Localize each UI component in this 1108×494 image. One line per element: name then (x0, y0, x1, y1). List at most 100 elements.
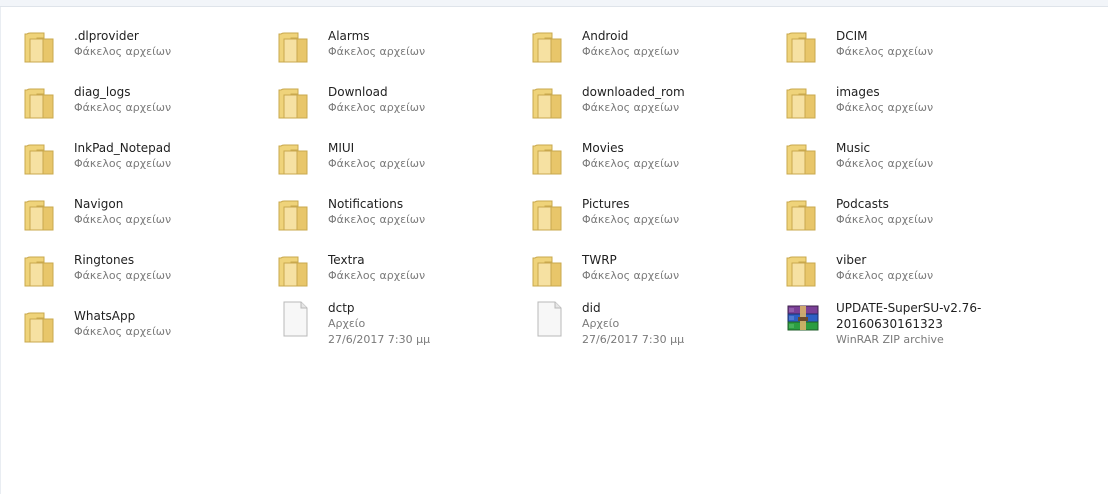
folder-item[interactable]: Notifications Φάκελος αρχείων (254, 178, 504, 231)
folder-icon (528, 80, 570, 124)
folder-item[interactable]: Alarms Φάκελος αρχείων (254, 10, 504, 63)
item-name: Alarms (328, 29, 370, 43)
item-name: dctp (328, 301, 355, 315)
item-name: Ringtones (74, 253, 135, 267)
folder-item[interactable]: diag_logs Φάκελος αρχείων (0, 66, 250, 119)
item-text: Music Φάκελος αρχείων (836, 140, 1006, 172)
folder-item[interactable]: InkPad_Notepad Φάκελος αρχείων (0, 122, 250, 175)
folder-icon (782, 136, 824, 180)
item-type: Φάκελος αρχείων (836, 157, 934, 170)
folder-item[interactable]: Pictures Φάκελος αρχείων (508, 178, 758, 231)
item-name: Download (328, 85, 388, 99)
folder-item[interactable]: Android Φάκελος αρχείων (508, 10, 758, 63)
winrar-archive-icon (782, 296, 824, 340)
item-name: Navigon (74, 197, 124, 211)
folder-item[interactable]: downloaded_rom Φάκελος αρχείων (508, 66, 758, 119)
file-item[interactable]: dctp Αρχείο 27/6/2017 7:30 μμ (254, 282, 504, 346)
folder-item[interactable]: Textra Φάκελος αρχείων (254, 234, 504, 287)
folder-icon (274, 80, 316, 124)
item-name: viber (836, 253, 867, 267)
item-type: Αρχείο (582, 317, 620, 330)
item-name: .dlprovider (74, 29, 139, 43)
item-text: Ringtones Φάκελος αρχείων (74, 252, 244, 284)
item-text: diag_logs Φάκελος αρχείων (74, 84, 244, 116)
item-name: WhatsApp (74, 309, 136, 323)
item-name: did (582, 301, 601, 315)
folder-item[interactable]: Navigon Φάκελος αρχείων (0, 178, 250, 231)
folder-icon (274, 136, 316, 180)
folder-item[interactable]: Download Φάκελος αρχείων (254, 66, 504, 119)
folder-icon (20, 24, 62, 68)
item-type: Φάκελος αρχείων (74, 269, 172, 282)
item-name: Pictures (582, 197, 630, 211)
item-text: did Αρχείο 27/6/2017 7:30 μμ (582, 300, 752, 348)
folder-item[interactable]: viber Φάκελος αρχείων (762, 234, 1012, 287)
item-name: Podcasts (836, 197, 889, 211)
item-text: dctp Αρχείο 27/6/2017 7:30 μμ (328, 300, 498, 348)
item-text: UPDATE-SuperSU-v2.76-20160630161323 WinR… (836, 300, 1006, 348)
item-text: Android Φάκελος αρχείων (582, 28, 752, 60)
folder-icon (20, 192, 62, 236)
folder-icon (782, 80, 824, 124)
folder-item[interactable]: Podcasts Φάκελος αρχείων (762, 178, 1012, 231)
file-icon (274, 296, 316, 340)
item-name: Textra (328, 253, 365, 267)
item-text: WhatsApp Φάκελος αρχείων (74, 308, 244, 340)
item-text: MIUI Φάκελος αρχείων (328, 140, 498, 172)
folder-icon (528, 24, 570, 68)
item-name: Movies (582, 141, 624, 155)
item-text: Pictures Φάκελος αρχείων (582, 196, 752, 228)
item-type: Αρχείο (328, 317, 366, 330)
item-type: Φάκελος αρχείων (582, 45, 680, 58)
folder-item[interactable]: DCIM Φάκελος αρχείων (762, 10, 1012, 63)
item-name: UPDATE-SuperSU-v2.76-20160630161323 (836, 301, 982, 331)
item-text: Alarms Φάκελος αρχείων (328, 28, 498, 60)
item-type: Φάκελος αρχείων (328, 157, 426, 170)
item-type: Φάκελος αρχείων (74, 325, 172, 338)
folder-icon (528, 136, 570, 180)
item-type: Φάκελος αρχείων (74, 45, 172, 58)
folder-item[interactable]: images Φάκελος αρχείων (762, 66, 1012, 119)
item-type: Φάκελος αρχείων (74, 157, 172, 170)
item-type: Φάκελος αρχείων (74, 213, 172, 226)
folder-item[interactable]: Movies Φάκελος αρχείων (508, 122, 758, 175)
folder-icon (20, 136, 62, 180)
item-text: .dlprovider Φάκελος αρχείων (74, 28, 244, 60)
item-text: viber Φάκελος αρχείων (836, 252, 1006, 284)
folder-icon (528, 192, 570, 236)
item-type: Φάκελος αρχείων (836, 213, 934, 226)
item-type: Φάκελος αρχείων (836, 45, 934, 58)
item-text: Notifications Φάκελος αρχείων (328, 196, 498, 228)
archive-item[interactable]: UPDATE-SuperSU-v2.76-20160630161323 WinR… (762, 282, 1012, 346)
item-text: Podcasts Φάκελος αρχείων (836, 196, 1006, 228)
folder-icon (782, 24, 824, 68)
item-name: DCIM (836, 29, 868, 43)
file-item[interactable]: did Αρχείο 27/6/2017 7:30 μμ (508, 282, 758, 346)
folder-item[interactable]: WhatsApp Φάκελος αρχείων (0, 290, 250, 343)
folder-item[interactable]: Ringtones Φάκελος αρχείων (0, 234, 250, 287)
folder-item[interactable]: .dlprovider Φάκελος αρχείων (0, 10, 250, 63)
item-name: MIUI (328, 141, 355, 155)
folder-icon (274, 192, 316, 236)
item-type: WinRAR ZIP archive (836, 333, 944, 346)
folder-item[interactable]: Music Φάκελος αρχείων (762, 122, 1012, 175)
folder-item[interactable]: MIUI Φάκελος αρχείων (254, 122, 504, 175)
file-icon (528, 296, 570, 340)
item-type: Φάκελος αρχείων (328, 213, 426, 226)
item-type: Φάκελος αρχείων (582, 157, 680, 170)
item-type: Φάκελος αρχείων (582, 101, 680, 114)
folder-item[interactable]: TWRP Φάκελος αρχείων (508, 234, 758, 287)
item-text: Download Φάκελος αρχείων (328, 84, 498, 116)
item-date: 27/6/2017 7:30 μμ (582, 333, 685, 346)
item-text: TWRP Φάκελος αρχείων (582, 252, 752, 284)
item-name: diag_logs (74, 85, 131, 99)
folder-icon (20, 248, 62, 292)
item-name: TWRP (582, 253, 617, 267)
item-type: Φάκελος αρχείων (836, 101, 934, 114)
item-name: downloaded_rom (582, 85, 685, 99)
item-type: Φάκελος αρχείων (582, 213, 680, 226)
folder-icon (274, 24, 316, 68)
item-type: Φάκελος αρχείων (328, 45, 426, 58)
item-type: Φάκελος αρχείων (328, 101, 426, 114)
item-text: Textra Φάκελος αρχείων (328, 252, 498, 284)
